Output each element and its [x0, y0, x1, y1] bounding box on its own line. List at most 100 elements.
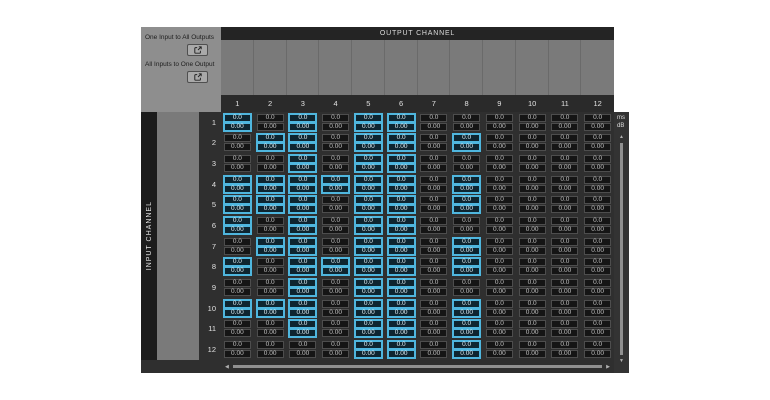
gain-value-box[interactable]: 0.00 — [257, 226, 284, 234]
delay-value-box[interactable]: 0.0 — [551, 196, 578, 204]
gain-value-box[interactable]: 0.00 — [355, 185, 382, 193]
gain-value-box[interactable]: 0.00 — [355, 329, 382, 337]
delay-value-box[interactable]: 0.0 — [322, 196, 349, 204]
delay-value-box[interactable]: 0.0 — [257, 176, 284, 184]
delay-value-box[interactable]: 0.0 — [486, 238, 513, 246]
gain-value-box[interactable]: 0.00 — [322, 185, 349, 193]
gain-value-box[interactable]: 0.00 — [420, 205, 447, 213]
gain-value-box[interactable]: 0.00 — [289, 143, 316, 151]
delay-value-box[interactable]: 0.0 — [224, 176, 251, 184]
gain-value-box[interactable]: 0.00 — [584, 247, 611, 255]
gain-value-box[interactable]: 0.00 — [453, 185, 480, 193]
gain-value-box[interactable]: 0.00 — [322, 205, 349, 213]
delay-value-box[interactable]: 0.0 — [289, 134, 316, 142]
gain-value-box[interactable]: 0.00 — [355, 350, 382, 358]
gain-value-box[interactable]: 0.00 — [388, 143, 415, 151]
delay-value-box[interactable]: 0.0 — [486, 217, 513, 225]
gain-value-box[interactable]: 0.00 — [355, 267, 382, 275]
delay-value-box[interactable]: 0.0 — [355, 258, 382, 266]
delay-value-box[interactable]: 0.0 — [388, 134, 415, 142]
delay-value-box[interactable]: 0.0 — [519, 279, 546, 287]
gain-value-box[interactable]: 0.00 — [486, 143, 513, 151]
gain-value-box[interactable]: 0.00 — [453, 267, 480, 275]
gain-value-box[interactable]: 0.00 — [388, 185, 415, 193]
delay-value-box[interactable]: 0.0 — [584, 279, 611, 287]
gain-value-box[interactable]: 0.00 — [355, 164, 382, 172]
delay-value-box[interactable]: 0.0 — [453, 341, 480, 349]
delay-value-box[interactable]: 0.0 — [289, 176, 316, 184]
delay-value-box[interactable]: 0.0 — [355, 341, 382, 349]
gain-value-box[interactable]: 0.00 — [224, 267, 251, 275]
delay-value-box[interactable]: 0.0 — [289, 320, 316, 328]
gain-value-box[interactable]: 0.00 — [388, 205, 415, 213]
gain-value-box[interactable]: 0.00 — [519, 205, 546, 213]
delay-value-box[interactable]: 0.0 — [519, 238, 546, 246]
delay-value-box[interactable]: 0.0 — [453, 258, 480, 266]
gain-value-box[interactable]: 0.00 — [551, 329, 578, 337]
delay-value-box[interactable]: 0.0 — [322, 217, 349, 225]
delay-value-box[interactable]: 0.0 — [355, 176, 382, 184]
delay-value-box[interactable]: 0.0 — [322, 238, 349, 246]
delay-value-box[interactable]: 0.0 — [551, 320, 578, 328]
delay-value-box[interactable]: 0.0 — [486, 196, 513, 204]
gain-value-box[interactable]: 0.00 — [420, 164, 447, 172]
delay-value-box[interactable]: 0.0 — [224, 196, 251, 204]
delay-value-box[interactable]: 0.0 — [453, 155, 480, 163]
delay-value-box[interactable]: 0.0 — [257, 341, 284, 349]
delay-value-box[interactable]: 0.0 — [322, 341, 349, 349]
gain-value-box[interactable]: 0.00 — [257, 350, 284, 358]
delay-value-box[interactable]: 0.0 — [584, 217, 611, 225]
gain-value-box[interactable]: 0.00 — [551, 267, 578, 275]
delay-value-box[interactable]: 0.0 — [224, 320, 251, 328]
horizontal-scrollbar-thumb[interactable] — [233, 365, 602, 368]
delay-value-box[interactable]: 0.0 — [257, 217, 284, 225]
delay-value-box[interactable]: 0.0 — [584, 114, 611, 122]
gain-value-box[interactable]: 0.00 — [388, 247, 415, 255]
gain-value-box[interactable]: 0.00 — [257, 123, 284, 131]
delay-value-box[interactable]: 0.0 — [355, 155, 382, 163]
delay-value-box[interactable]: 0.0 — [289, 114, 316, 122]
gain-value-box[interactable]: 0.00 — [453, 350, 480, 358]
delay-value-box[interactable]: 0.0 — [224, 114, 251, 122]
gain-value-box[interactable]: 0.00 — [355, 247, 382, 255]
gain-value-box[interactable]: 0.00 — [322, 247, 349, 255]
delay-value-box[interactable]: 0.0 — [486, 155, 513, 163]
delay-value-box[interactable]: 0.0 — [420, 238, 447, 246]
delay-value-box[interactable]: 0.0 — [224, 217, 251, 225]
one-to-all-button[interactable] — [187, 44, 208, 56]
gain-value-box[interactable]: 0.00 — [224, 164, 251, 172]
vertical-scrollbar-thumb[interactable] — [620, 143, 623, 355]
delay-value-box[interactable]: 0.0 — [322, 176, 349, 184]
delay-value-box[interactable]: 0.0 — [289, 341, 316, 349]
delay-value-box[interactable]: 0.0 — [388, 196, 415, 204]
gain-value-box[interactable]: 0.00 — [289, 267, 316, 275]
gain-value-box[interactable]: 0.00 — [486, 309, 513, 317]
delay-value-box[interactable]: 0.0 — [519, 155, 546, 163]
delay-value-box[interactable]: 0.0 — [289, 196, 316, 204]
gain-value-box[interactable]: 0.00 — [551, 205, 578, 213]
delay-value-box[interactable]: 0.0 — [257, 300, 284, 308]
horizontal-scrollbar[interactable]: ◀ ▶ — [221, 360, 614, 373]
gain-value-box[interactable]: 0.00 — [224, 205, 251, 213]
delay-value-box[interactable]: 0.0 — [420, 196, 447, 204]
gain-value-box[interactable]: 0.00 — [486, 164, 513, 172]
gain-value-box[interactable]: 0.00 — [551, 123, 578, 131]
gain-value-box[interactable]: 0.00 — [322, 288, 349, 296]
gain-value-box[interactable]: 0.00 — [388, 226, 415, 234]
gain-value-box[interactable]: 0.00 — [453, 143, 480, 151]
delay-value-box[interactable]: 0.0 — [486, 300, 513, 308]
gain-value-box[interactable]: 0.00 — [355, 123, 382, 131]
gain-value-box[interactable]: 0.00 — [224, 309, 251, 317]
gain-value-box[interactable]: 0.00 — [322, 143, 349, 151]
gain-value-box[interactable]: 0.00 — [584, 288, 611, 296]
gain-value-box[interactable]: 0.00 — [584, 309, 611, 317]
gain-value-box[interactable]: 0.00 — [584, 164, 611, 172]
gain-value-box[interactable]: 0.00 — [551, 226, 578, 234]
gain-value-box[interactable]: 0.00 — [289, 226, 316, 234]
gain-value-box[interactable]: 0.00 — [289, 185, 316, 193]
gain-value-box[interactable]: 0.00 — [257, 247, 284, 255]
delay-value-box[interactable]: 0.0 — [551, 155, 578, 163]
gain-value-box[interactable]: 0.00 — [584, 226, 611, 234]
delay-value-box[interactable]: 0.0 — [551, 217, 578, 225]
delay-value-box[interactable]: 0.0 — [519, 134, 546, 142]
